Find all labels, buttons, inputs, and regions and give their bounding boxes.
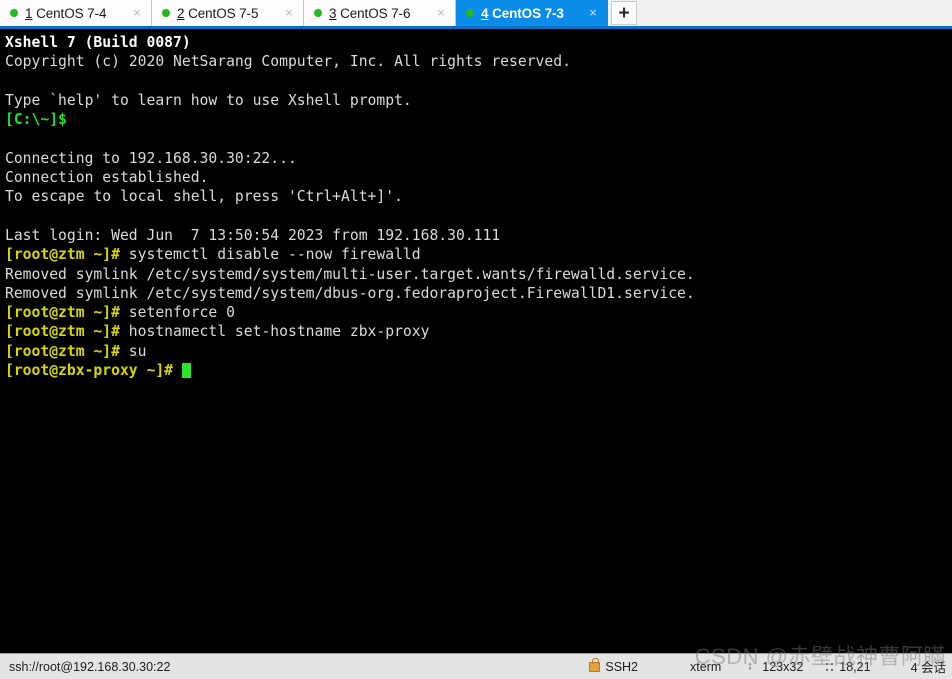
connection-url: ssh://root@192.168.30.30:22 [9, 659, 171, 674]
tab-label: 2 CentOS 7-5 [177, 6, 277, 21]
grid-icon [825, 661, 835, 672]
terminal-text: Xshell 7 (Build 0087) [5, 34, 191, 51]
terminal-text: [root@ztm ~]# [5, 246, 120, 264]
terminal-line: Removed symlink /etc/systemd/system/mult… [5, 265, 952, 284]
terminal-text: hostnamectl set-hostname zbx-proxy [119, 323, 430, 341]
terminal-text: Removed symlink /etc/systemd/system/dbus… [5, 284, 695, 302]
session-count-indicator: 4 会话 [911, 657, 946, 676]
terminal-text: Type `help' to learn how to use Xshell p… [5, 91, 412, 109]
terminal-text: [C:\~]$ [5, 111, 67, 129]
protocol-indicator: SSH2 [589, 657, 639, 674]
tab-title: CentOS 7-3 [492, 5, 564, 21]
tab-title: CentOS 7-4 [36, 5, 107, 21]
terminal-text: [root@ztm ~]# [5, 342, 120, 360]
terminal-text: Connecting to 192.168.30.30:22... [5, 149, 297, 167]
terminal-text: setenforce 0 [119, 304, 235, 322]
protocol-label: SSH2 [605, 659, 639, 674]
terminal-line: [root@zbx-proxy ~]# [5, 361, 952, 380]
session-count-label: 4 会话 [910, 661, 946, 675]
tab-label: 1 CentOS 7-4 [25, 6, 125, 21]
terminal-text: Copyright (c) 2020 NetSarang Computer, I… [5, 53, 571, 71]
terminal-text: su [119, 342, 147, 360]
connected-dot-icon [10, 9, 18, 17]
tab-bar-filler [637, 0, 952, 26]
connected-dot-icon [466, 9, 474, 17]
terminal-size-indicator: ↕ 123x32 [747, 660, 803, 674]
tab-bar: 1 CentOS 7-4 × 2 CentOS 7-5 × 3 CentOS 7… [0, 0, 952, 29]
tab-title: CentOS 7-6 [340, 5, 411, 21]
status-bar: ssh://root@192.168.30.30:22 SSH2 xterm ↕… [0, 653, 952, 679]
terminal-size-label: 123x32 [762, 659, 804, 674]
terminal-text: [root@ztm ~]# [5, 323, 120, 341]
terminal-line: [root@ztm ~]# su [5, 342, 952, 361]
terminal-type-label: xterm [690, 659, 722, 674]
terminal-line: [root@ztm ~]# systemctl disable --now fi… [5, 245, 952, 264]
tab-number: 1 [25, 5, 33, 21]
xshell-window: 1 CentOS 7-4 × 2 CentOS 7-5 × 3 CentOS 7… [0, 0, 952, 679]
tab-number: 4 [481, 5, 489, 21]
lock-icon [589, 657, 601, 672]
cursor-position-indicator: 18,21 [825, 659, 871, 674]
terminal-type-indicator: xterm [690, 660, 721, 674]
terminal-line: Xshell 7 (Build 0087) [5, 33, 952, 52]
terminal-line: Removed symlink /etc/systemd/system/dbus… [5, 284, 952, 303]
terminal-text: [root@ztm ~]# [5, 304, 120, 322]
terminal-line: Copyright (c) 2020 NetSarang Computer, I… [5, 52, 952, 71]
tab-label: 4 CentOS 7-3 [481, 6, 581, 21]
terminal-line: [root@ztm ~]# setenforce 0 [5, 303, 952, 322]
terminal-text: [root@zbx-proxy ~]# [5, 362, 174, 380]
resize-icon: ↕ [747, 660, 753, 672]
text-cursor [181, 363, 191, 379]
tab-label: 3 CentOS 7-6 [329, 6, 429, 21]
connected-dot-icon [314, 9, 322, 17]
close-icon[interactable]: × [585, 5, 601, 21]
tab-title: CentOS 7-5 [188, 5, 259, 21]
terminal-line: Connection established. [5, 168, 952, 187]
close-icon[interactable]: × [433, 5, 449, 21]
tab-centos-7-4[interactable]: 1 CentOS 7-4 × [0, 0, 152, 26]
close-icon[interactable]: × [281, 5, 297, 21]
terminal-output[interactable]: Xshell 7 (Build 0087) Copyright (c) 2020 … [0, 29, 952, 653]
terminal-line: Connecting to 192.168.30.30:22... [5, 149, 952, 168]
tab-centos-7-3[interactable]: 4 CentOS 7-3 × [456, 0, 608, 26]
terminal-line: Type `help' to learn how to use Xshell p… [5, 91, 952, 110]
connected-dot-icon [162, 9, 170, 17]
terminal-line: [root@ztm ~]# hostnamectl set-hostname z… [5, 322, 952, 341]
tab-centos-7-5[interactable]: 2 CentOS 7-5 × [152, 0, 304, 26]
tab-number: 2 [177, 5, 185, 21]
new-tab-button[interactable]: + [611, 1, 637, 25]
terminal-text: Connection established. [5, 169, 209, 187]
terminal-line: Last login: Wed Jun 7 13:50:54 2023 from… [5, 226, 952, 245]
tab-centos-7-6[interactable]: 3 CentOS 7-6 × [304, 0, 456, 26]
terminal-line: To escape to local shell, press 'Ctrl+Al… [5, 187, 952, 206]
tab-number: 3 [329, 5, 337, 21]
terminal-line: [C:\~]$ [5, 110, 952, 129]
close-icon[interactable]: × [129, 5, 145, 21]
cursor-position-label: 18,21 [839, 659, 871, 674]
terminal-text: Removed symlink /etc/systemd/system/mult… [5, 265, 695, 283]
terminal-text: Last login: Wed Jun 7 13:50:54 2023 from… [5, 226, 501, 244]
terminal-text: To escape to local shell, press 'Ctrl+Al… [5, 188, 403, 206]
terminal-text: systemctl disable --now firewalld [119, 246, 421, 264]
